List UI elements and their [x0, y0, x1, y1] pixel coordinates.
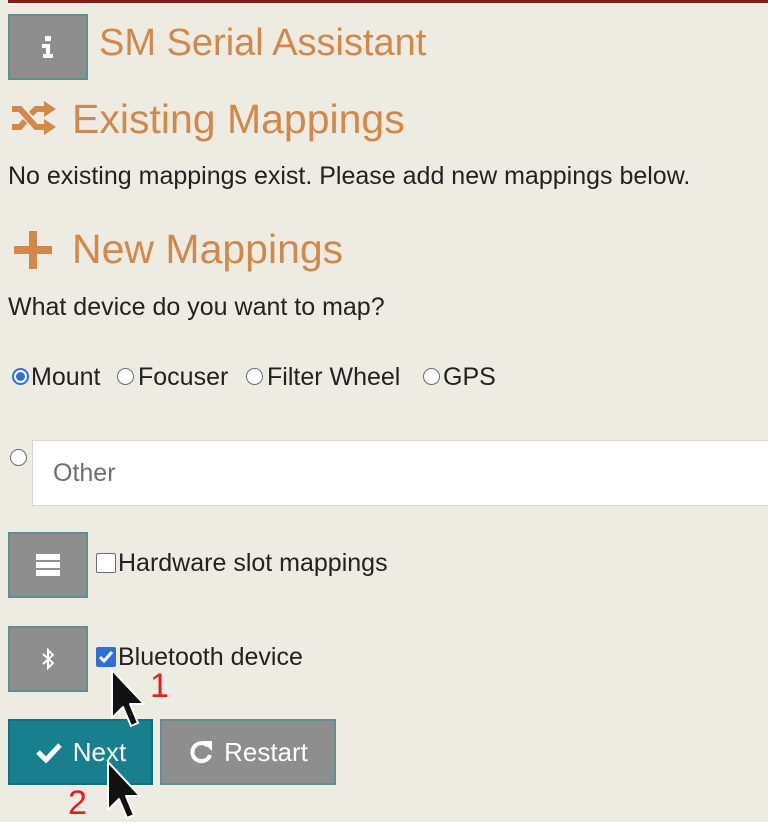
restart-button[interactable]: Restart [160, 719, 336, 785]
info-button[interactable] [8, 14, 88, 80]
list-icon [36, 554, 60, 576]
checkmark-icon [98, 651, 114, 664]
device-question: What device do you want to map? [8, 293, 385, 321]
step-2-annotation: 2 [68, 784, 87, 822]
shuffle-icon [12, 101, 56, 135]
hardware-slot-label[interactable]: Hardware slot mappings [118, 551, 388, 576]
info-icon [42, 36, 53, 58]
check-icon [35, 743, 62, 763]
restart-button-label: Restart [224, 736, 308, 767]
existing-mappings-message: No existing mappings exist. Please add n… [8, 162, 691, 190]
bluetooth-checkbox[interactable] [96, 647, 116, 667]
new-mappings-heading: New Mappings [72, 226, 344, 272]
hardware-slot-button[interactable] [8, 532, 88, 598]
app-title: SM Serial Assistant [99, 22, 427, 64]
other-device-input[interactable] [33, 441, 768, 505]
plus-icon [14, 231, 52, 269]
radio-other[interactable] [10, 449, 27, 466]
hardware-slot-checkbox[interactable] [96, 553, 116, 573]
radio-focuser-label[interactable]: Focuser [138, 365, 228, 390]
bluetooth-icon [42, 648, 55, 670]
radio-gps-label[interactable]: GPS [443, 365, 496, 390]
top-border-line [8, 0, 768, 3]
cursor-arrow-icon [111, 669, 145, 727]
bluetooth-label[interactable]: Bluetooth device [118, 645, 303, 670]
redo-icon [190, 741, 213, 764]
step-1-annotation: 1 [150, 667, 169, 705]
cursor-arrow-icon [107, 761, 141, 819]
radio-filter-wheel-label[interactable]: Filter Wheel [267, 365, 400, 390]
radio-mount-label[interactable]: Mount [31, 365, 100, 390]
radio-gps[interactable] [423, 368, 440, 385]
bluetooth-button[interactable] [8, 626, 88, 692]
radio-focuser[interactable] [117, 368, 134, 385]
other-device-field[interactable] [32, 440, 768, 506]
radio-filter-wheel[interactable] [246, 368, 263, 385]
radio-mount[interactable] [12, 368, 29, 385]
existing-mappings-heading: Existing Mappings [72, 96, 405, 142]
